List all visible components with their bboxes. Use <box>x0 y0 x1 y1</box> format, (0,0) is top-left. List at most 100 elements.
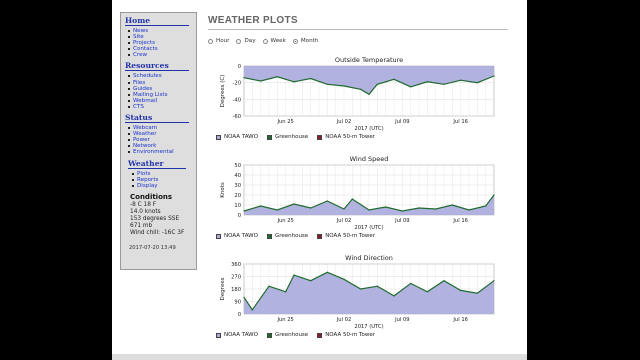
range-option-hour[interactable]: Hour <box>208 38 229 44</box>
radio-week[interactable] <box>262 38 268 44</box>
sidebar-link-display[interactable]: Display <box>132 183 196 189</box>
weather-menu: Plots Reports Display <box>124 171 196 189</box>
wind-speed-legend: NOAA TAWO Greenhouse NOAA 50-m Tower <box>216 233 384 239</box>
legend-swatch-greenhouse <box>266 332 272 338</box>
legend-label: Greenhouse <box>274 332 309 338</box>
legend-item: NOAA TAWO <box>216 134 258 140</box>
temperature-plot: Outside Temperature 0 -20 -40 -60 Jun 25 Jul 0… <box>220 56 495 132</box>
data-point <box>401 210 403 212</box>
data-point <box>343 85 345 87</box>
sidebar-link-environmental[interactable]: Environmental <box>128 149 196 155</box>
x-tick-label: Jun 25 <box>276 119 293 125</box>
data-point <box>443 280 445 282</box>
data-point <box>376 285 378 287</box>
data-point <box>360 288 362 290</box>
data-point <box>293 203 295 205</box>
y-tick-label: 270 <box>231 275 241 281</box>
condition-temperature: -8 C 18 F <box>130 201 157 208</box>
data-point <box>385 206 387 208</box>
data-point <box>435 208 437 210</box>
data-point <box>368 209 370 211</box>
sidebar-link-crew[interactable]: Crew <box>128 52 196 58</box>
data-point <box>426 291 428 293</box>
data-point <box>293 274 295 276</box>
x-axis-label: 2017 (UTC) <box>354 324 383 330</box>
legend-label: NOAA 50-m Tower <box>325 134 375 140</box>
data-point <box>460 289 462 291</box>
legend-item: NOAA TAWO <box>216 332 258 338</box>
temperature-legend: NOAA TAWO Greenhouse NOAA 50-m Tower <box>216 134 384 140</box>
data-point <box>368 93 370 95</box>
data-point <box>493 194 495 196</box>
condition-wind-chill: Wind chill: -16C 3F <box>130 229 185 236</box>
sidebar: Home News Site Projects Contacts Crew Re… <box>120 12 197 270</box>
data-point <box>260 80 262 82</box>
legend-item: NOAA TAWO <box>216 233 258 239</box>
x-axis-label: 2017 (UTC) <box>354 126 383 132</box>
y-tick-label: 0 <box>238 312 241 318</box>
range-option-day[interactable]: Day <box>236 38 256 44</box>
range-label-month: Month <box>300 38 319 44</box>
radio-hour[interactable] <box>208 38 213 44</box>
data-point <box>310 280 312 282</box>
data-point <box>285 291 287 293</box>
home-menu: News Site Projects Contacts Crew <box>124 28 196 58</box>
data-point <box>410 282 412 285</box>
y-tick-label: 90 <box>234 300 241 306</box>
data-point <box>410 86 412 88</box>
legend-label: NOAA 50-m Tower <box>325 332 375 338</box>
temperature-chart: Outside Temperature 0 -20 -40 -60 Jun 25 Jul 0… <box>208 52 508 144</box>
legend-label: NOAA TAWO <box>224 332 258 338</box>
sidebar-heading-home[interactable]: Home <box>125 16 189 26</box>
legend-swatch-tower <box>317 134 323 140</box>
title-divider <box>208 29 508 30</box>
wind-direction-plot: Wind Direction 0 90 180 270 360 Jun 25 Jul 02 Ju… <box>220 254 495 330</box>
data-point <box>343 278 345 280</box>
y-tick-label: 20 <box>234 193 241 199</box>
data-point <box>260 205 262 207</box>
data-point <box>493 75 495 77</box>
y-tick-label: 180 <box>231 287 241 293</box>
range-label-week: Week <box>270 38 286 44</box>
x-tick-label: Jul 09 <box>394 119 410 125</box>
y-axis-label: Degrees <box>220 277 226 300</box>
data-point <box>326 271 328 273</box>
legend-item: Greenhouse <box>266 233 308 239</box>
radio-month[interactable] <box>292 38 298 44</box>
data-point <box>476 292 478 294</box>
data-point <box>476 82 478 84</box>
range-option-month[interactable]: Month <box>292 38 319 44</box>
y-tick-label: 360 <box>231 262 241 268</box>
legend-swatch-tawo <box>216 233 221 239</box>
data-point <box>243 296 245 298</box>
data-point <box>443 83 445 85</box>
wind-direction-legend: NOAA TAWO Greenhouse NOAA 50-m Tower <box>216 332 384 338</box>
data-point <box>310 77 312 80</box>
x-tick-label: Jul 02 <box>336 218 352 224</box>
range-label-hour: Hour <box>216 38 230 44</box>
range-option-week[interactable]: Week <box>262 38 286 44</box>
data-point <box>360 88 362 90</box>
y-tick-label: -20 <box>233 81 241 87</box>
sidebar-heading-resources[interactable]: Resources <box>125 61 189 72</box>
sidebar-link-cts[interactable]: CTS <box>128 104 196 110</box>
status-menu: Webcam Weather Power Network Environment… <box>124 125 196 155</box>
data-point <box>451 204 453 206</box>
legend-swatch-greenhouse <box>266 233 272 239</box>
radio-day[interactable] <box>236 38 242 44</box>
sidebar-heading-status[interactable]: Status <box>125 113 189 124</box>
x-tick-label: Jul 16 <box>452 317 468 323</box>
data-point <box>343 208 345 210</box>
range-label-day: Day <box>244 38 256 44</box>
data-point <box>418 207 420 209</box>
data-point <box>460 79 462 81</box>
legend-swatch-tawo <box>216 134 221 140</box>
data-point <box>326 200 328 202</box>
y-tick-label: 50 <box>234 163 241 169</box>
chart-title: Wind Speed <box>350 155 389 163</box>
data-point <box>268 285 270 287</box>
conditions-title: Conditions <box>130 192 173 201</box>
data-point <box>393 295 395 297</box>
sidebar-heading-weather[interactable]: Weather <box>128 159 186 169</box>
y-tick-label: 0 <box>238 213 241 219</box>
